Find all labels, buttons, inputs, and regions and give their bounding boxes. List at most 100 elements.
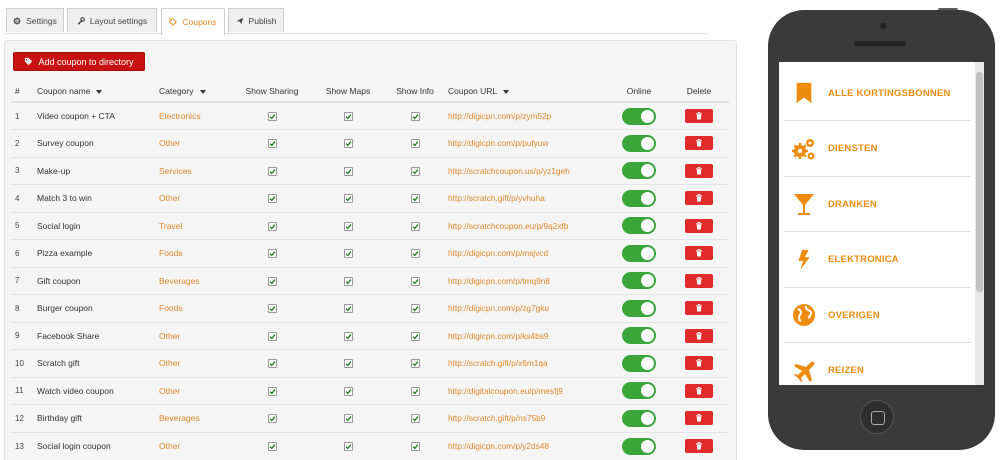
tab-coupons[interactable]: Coupons [161,8,225,35]
delete-button[interactable] [685,411,713,426]
delete-button[interactable] [685,136,713,151]
show-maps-checkbox[interactable] [343,331,353,341]
show-maps-checkbox[interactable] [343,221,353,231]
delete-button[interactable] [685,218,713,233]
coupon-url-link[interactable]: http://digicpn.com/p/zg7gku [444,294,609,322]
online-toggle[interactable] [622,217,656,235]
show-info-checkbox[interactable] [410,304,420,314]
show-sharing-checkbox[interactable] [267,221,277,231]
show-maps-checkbox[interactable] [343,304,353,314]
add-coupon-button[interactable]: Add coupon to directory [13,52,145,71]
show-info-checkbox[interactable] [410,139,420,149]
online-toggle[interactable] [622,409,656,427]
delete-button[interactable] [685,273,713,288]
show-sharing-checkbox[interactable] [267,359,277,369]
show-maps-checkbox[interactable] [343,442,353,452]
delete-button[interactable] [685,163,713,178]
delete-button[interactable] [685,439,713,453]
row-number: 3 [11,156,33,185]
delete-button[interactable] [685,246,713,261]
delete-button[interactable] [685,356,713,371]
show-maps-checkbox[interactable] [343,139,353,149]
menu-item-diensten[interactable]: DIENSTEN [784,122,971,177]
show-maps-checkbox[interactable] [343,249,353,259]
phone-scrollbar[interactable] [975,62,984,385]
online-toggle[interactable] [622,189,656,207]
coupon-name: Match 3 to win [33,184,155,212]
show-sharing-checkbox[interactable] [267,166,277,176]
scrollbar-thumb[interactable] [976,72,983,292]
online-toggle[interactable] [622,244,656,262]
show-info-checkbox[interactable] [410,442,420,452]
online-toggle[interactable] [622,272,656,290]
col-category[interactable]: Category [155,81,234,103]
show-maps-checkbox[interactable] [343,414,353,424]
tab-publish[interactable]: Publish [228,8,284,32]
toggle-knob [641,136,654,150]
coupon-url-link[interactable]: http://scratchcoupon.eu/p/9q2xfb [444,211,609,240]
show-sharing-checkbox[interactable] [267,442,277,452]
cocktail-icon [789,189,819,219]
show-info-checkbox[interactable] [410,194,420,204]
delete-button[interactable] [685,328,713,343]
show-info-checkbox[interactable] [410,414,420,424]
menu-item-elektronica[interactable]: ELEKTRONICA [784,233,971,288]
show-maps-checkbox[interactable] [343,112,353,122]
menu-item-dranken[interactable]: DRANKEN [784,177,971,232]
coupon-url-link[interactable]: http://scratch.gift/p/ns75b9 [444,404,609,432]
coupon-url-link[interactable]: http://digicpn.com/p/msjvcd [444,239,609,267]
online-toggle[interactable] [622,162,656,180]
menu-item-reizen[interactable]: REIZEN [784,344,971,386]
show-sharing-checkbox[interactable] [267,112,277,122]
menu-item-alle-kortingsbonnen[interactable]: ALLE KORTINGSBONNEN [784,66,971,121]
delete-button[interactable] [685,383,713,398]
show-maps-checkbox[interactable] [343,276,353,286]
show-info-checkbox[interactable] [410,112,420,122]
coupon-url-link[interactable]: http://digicpn.com/p/tmq9n8 [444,266,609,295]
show-sharing-checkbox[interactable] [267,414,277,424]
show-info-checkbox[interactable] [410,249,420,259]
show-sharing-checkbox[interactable] [267,331,277,341]
coupon-url-link[interactable]: http://digicpn.com/p/pufyuw [444,129,609,157]
delete-button[interactable] [685,301,713,316]
menu-item-overigen[interactable]: OVERIGEN [784,288,971,343]
online-toggle[interactable] [622,107,656,125]
online-toggle[interactable] [622,134,656,152]
online-toggle[interactable] [622,382,656,400]
phone-camera [880,23,886,29]
show-info-checkbox[interactable] [410,166,420,176]
tab-layout-settings[interactable]: Layout settings [67,8,157,32]
online-toggle[interactable] [622,327,656,345]
show-info-checkbox[interactable] [410,331,420,341]
coupon-url-link[interactable]: http://digicpn.com/p/y2ds48 [444,431,609,460]
show-sharing-checkbox[interactable] [267,139,277,149]
show-maps-checkbox[interactable] [343,386,353,396]
row-number: 11 [11,376,33,405]
show-sharing-checkbox[interactable] [267,304,277,314]
coupon-url-link[interactable]: http://digitalcoupon.eu/p/mesfj9 [444,376,609,405]
coupon-url-link[interactable]: http://digicpn.com/p/ks4bs9 [444,321,609,350]
online-toggle[interactable] [622,299,656,317]
delete-button[interactable] [685,191,713,206]
tab-settings[interactable]: Settings [6,8,64,32]
online-toggle[interactable] [622,437,656,455]
col-coupon-url[interactable]: Coupon URL [444,81,609,103]
coupon-url-link[interactable]: http://digicpn.com/p/zym52p [444,101,609,130]
show-maps-checkbox[interactable] [343,166,353,176]
show-sharing-checkbox[interactable] [267,386,277,396]
online-toggle[interactable] [622,354,656,372]
coupon-url-link[interactable]: http://scratch.gift/p/yvhuha [444,184,609,212]
col-coupon-name[interactable]: Coupon name [33,81,155,103]
show-sharing-checkbox[interactable] [267,194,277,204]
show-info-checkbox[interactable] [410,221,420,231]
show-info-checkbox[interactable] [410,386,420,396]
show-info-checkbox[interactable] [410,359,420,369]
show-sharing-checkbox[interactable] [267,249,277,259]
show-sharing-checkbox[interactable] [267,276,277,286]
show-maps-checkbox[interactable] [343,194,353,204]
show-maps-checkbox[interactable] [343,359,353,369]
coupon-url-link[interactable]: http://scratch.gift/p/x6m1qa [444,349,609,377]
delete-button[interactable] [685,109,713,123]
show-info-checkbox[interactable] [410,276,420,286]
coupon-url-link[interactable]: http://scratchcoupon.us/p/yz1geh [444,156,609,185]
